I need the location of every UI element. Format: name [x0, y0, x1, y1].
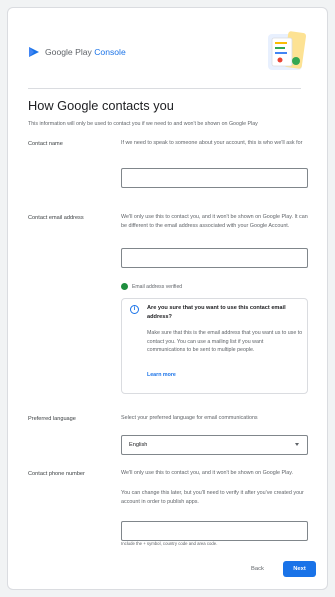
info-box-title: Are you sure that you want to use this c…: [147, 305, 286, 320]
play-console-icon: [29, 47, 39, 57]
logo-text-console: Console: [94, 47, 126, 57]
language-select[interactable]: English: [121, 435, 308, 455]
page-subtitle: This information will only be used to co…: [28, 121, 258, 127]
contact-email-label: Contact email address: [28, 215, 84, 221]
contact-email-description: We'll only use this to contact you, and …: [121, 214, 308, 229]
info-icon: i: [130, 305, 139, 314]
next-button[interactable]: Next: [283, 561, 316, 577]
language-select-value: English: [129, 442, 148, 448]
header-divider: [28, 88, 301, 89]
contact-phone-input[interactable]: [121, 521, 308, 541]
phone-hint: Include the + symbol, country code and a…: [121, 541, 218, 546]
google-play-console-logo: Google Play Console: [28, 46, 126, 58]
check-circle-icon: [121, 283, 128, 290]
contact-phone-label: Contact phone number: [28, 471, 85, 477]
contact-phone-description-2: You can change this later, but you'll ne…: [121, 490, 304, 505]
signup-card: Google Play Console How Google contacts …: [7, 7, 328, 590]
back-button[interactable]: Back: [251, 566, 264, 572]
info-box-body: Make sure that this is the email address…: [147, 330, 303, 354]
logo-text: Google Play: [45, 47, 95, 57]
preferred-language-label: Preferred language: [28, 416, 76, 422]
chevron-down-icon: [295, 443, 299, 446]
contact-name-description: If we need to speak to someone about you…: [121, 140, 303, 146]
learn-more-link[interactable]: Learn more: [147, 372, 176, 378]
contact-name-input[interactable]: [121, 168, 308, 188]
contact-name-label: Contact name: [28, 141, 63, 147]
contact-email-input[interactable]: [121, 248, 308, 268]
preferred-language-description: Select your preferred language for email…: [121, 415, 258, 421]
email-verified-status: Email address verified: [121, 283, 182, 290]
email-verified-text: Email address verified: [132, 283, 183, 290]
email-info-box: i Are you sure that you want to use this…: [121, 298, 308, 394]
contact-phone-description: We'll only use this to contact you, and …: [121, 470, 294, 476]
contact-illustration-icon: [268, 31, 307, 70]
page-title: How Google contacts you: [28, 98, 174, 113]
